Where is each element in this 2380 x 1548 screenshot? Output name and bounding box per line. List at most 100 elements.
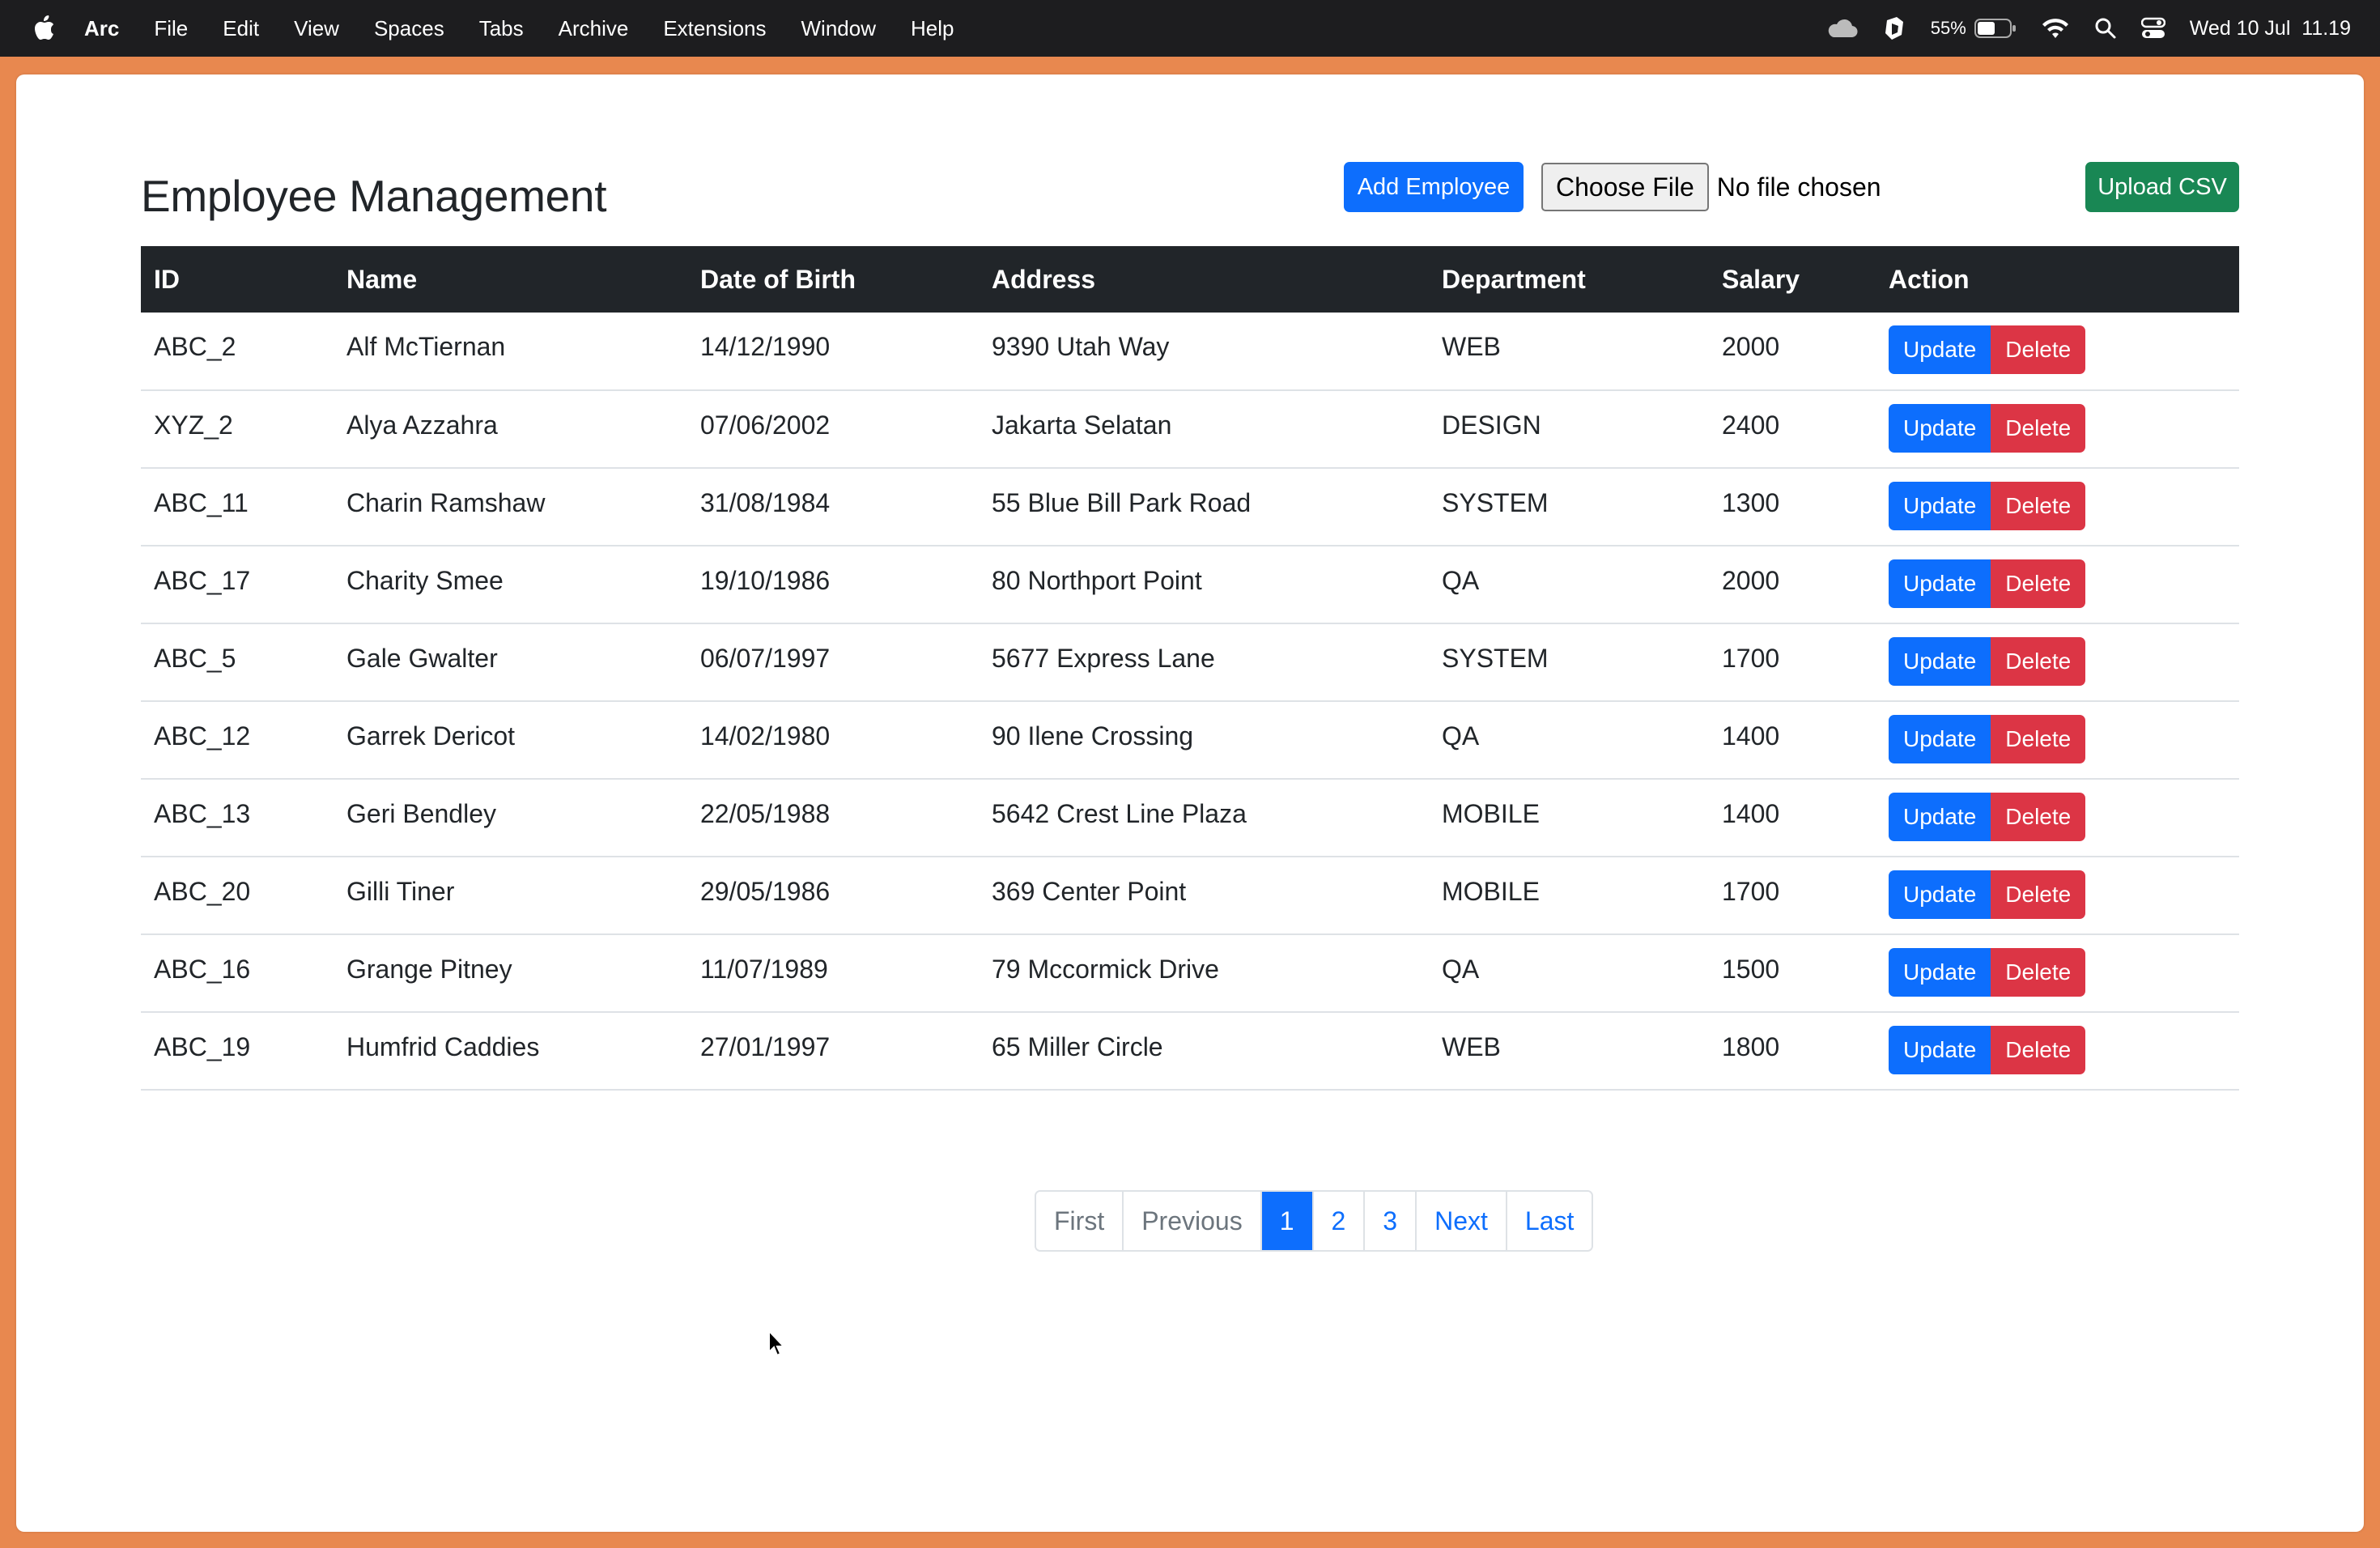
cell-id: ABC_12 [154, 721, 251, 751]
column-header-id: ID [154, 264, 180, 294]
cell-id: ABC_5 [154, 644, 236, 673]
update-button[interactable]: Update [1889, 793, 1991, 841]
update-button[interactable]: Update [1889, 404, 1991, 453]
update-button[interactable]: Update [1889, 715, 1991, 763]
delete-button[interactable]: Delete [1991, 559, 2086, 608]
menu-spaces[interactable]: Spaces [374, 16, 444, 41]
update-button[interactable]: Update [1889, 325, 1991, 374]
menu-archive[interactable]: Archive [559, 16, 629, 41]
pagination-last[interactable]: Last [1505, 1192, 1592, 1250]
battery-status[interactable]: 55% [1931, 18, 2017, 39]
cell-department: WEB [1442, 332, 1501, 361]
menu-file[interactable]: File [154, 16, 188, 41]
apple-logo-icon[interactable] [32, 15, 55, 41]
menu-bar: Arc File Edit View Spaces Tabs Archive E… [0, 0, 2380, 57]
battery-percent: 55% [1930, 18, 1966, 38]
cloud-icon[interactable] [1825, 18, 1858, 39]
cell-dob: 31/08/1984 [700, 488, 831, 517]
cell-name: Humfrid Caddies [346, 1032, 540, 1061]
clock[interactable]: Wed 10 Jul 11.19 [2190, 17, 2351, 40]
delete-button[interactable]: Delete [1991, 482, 2086, 530]
delete-button[interactable]: Delete [1991, 793, 2086, 841]
spotlight-search-icon[interactable] [2094, 17, 2117, 40]
cell-department: SYSTEM [1442, 644, 1549, 673]
pagination-page-1[interactable]: 1 [1260, 1192, 1312, 1250]
menu-tabs[interactable]: Tabs [479, 16, 524, 41]
row-action-group: Update Delete [1889, 637, 2226, 686]
csv-file-input[interactable]: Choose File No file chosen [1541, 162, 1881, 212]
cell-dob: 07/06/2002 [700, 410, 831, 440]
table-row: ABC_5 Gale Gwalter 06/07/1997 5677 Express … [141, 623, 2239, 701]
delete-button[interactable]: Delete [1991, 325, 2086, 374]
cell-address: 55 Blue Bill Park Road [992, 488, 1252, 517]
update-button[interactable]: Update [1889, 637, 1991, 686]
table-row: ABC_20 Gilli Tiner 29/05/1986 369 Center Po… [141, 857, 2239, 934]
pagination-page-3[interactable]: 3 [1363, 1192, 1416, 1250]
cell-address: Jakarta Selatan [992, 410, 1172, 440]
delete-button[interactable]: Delete [1991, 948, 2086, 997]
cell-id: ABC_16 [154, 955, 251, 984]
cell-department: WEB [1442, 1032, 1501, 1061]
update-button[interactable]: Update [1889, 870, 1991, 919]
cell-actions: Update Delete [1876, 313, 2239, 390]
table-row: XYZ_2 Alya Azzahra 07/06/2002 Jakarta Selat… [141, 390, 2239, 468]
cell-address: 9390 Utah Way [992, 332, 1170, 361]
menu-help[interactable]: Help [911, 16, 954, 41]
update-button[interactable]: Update [1889, 1026, 1991, 1074]
cell-salary: 1700 [1722, 644, 1780, 673]
cell-address: 369 Center Point [992, 877, 1187, 906]
column-header-dob: Date of Birth [700, 264, 856, 294]
row-action-group: Update Delete [1889, 1026, 2226, 1074]
pagination-next[interactable]: Next [1415, 1192, 1506, 1250]
menu-bar-status-area: 55% Wed 10 Jul 11.19 [1825, 0, 2351, 57]
web-page: Employee Management Add Employee Choose … [16, 74, 2364, 1532]
cell-salary: 2000 [1722, 332, 1780, 361]
cell-name: Garrek Dericot [346, 721, 516, 751]
cell-name: Gale Gwalter [346, 644, 498, 673]
cell-salary: 1400 [1722, 721, 1780, 751]
menu-extensions[interactable]: Extensions [663, 16, 766, 41]
update-button[interactable]: Update [1889, 482, 1991, 530]
pagination-first[interactable]: First [1036, 1192, 1123, 1250]
cell-id: ABC_19 [154, 1032, 251, 1061]
cell-department: QA [1442, 955, 1480, 984]
cell-dob: 22/05/1988 [700, 799, 831, 828]
cell-dob: 11/07/1989 [700, 955, 828, 984]
table-row: ABC_2 Alf McTiernan 14/12/1990 9390 Utah Wa… [141, 313, 2239, 390]
cell-id: ABC_2 [154, 332, 236, 361]
cell-actions: Update Delete [1876, 468, 2239, 546]
row-action-group: Update Delete [1889, 404, 2226, 453]
table-row: ABC_19 Humfrid Caddies 27/01/1997 65 Miller… [141, 1012, 2239, 1090]
menu-view[interactable]: View [294, 16, 339, 41]
delete-button[interactable]: Delete [1991, 404, 2086, 453]
choose-file-button[interactable]: Choose File [1541, 163, 1709, 211]
cell-department: QA [1442, 566, 1480, 595]
cell-address: 90 Ilene Crossing [992, 721, 1194, 751]
cell-dob: 06/07/1997 [700, 644, 831, 673]
cell-name: Gilli Tiner [346, 877, 455, 906]
control-center-icon[interactable] [2140, 17, 2165, 40]
row-action-group: Update Delete [1889, 482, 2226, 530]
table-row: ABC_16 Grange Pitney 11/07/1989 79 Mccormic… [141, 934, 2239, 1012]
pagination-previous[interactable]: Previous [1122, 1192, 1260, 1250]
cell-actions: Update Delete [1876, 390, 2239, 468]
app-status-icon[interactable] [1882, 15, 1906, 41]
cell-actions: Update Delete [1876, 1012, 2239, 1090]
cell-salary: 1300 [1722, 488, 1780, 517]
update-button[interactable]: Update [1889, 948, 1991, 997]
delete-button[interactable]: Delete [1991, 870, 2086, 919]
cell-name: Alf McTiernan [346, 332, 506, 361]
delete-button[interactable]: Delete [1991, 637, 2086, 686]
add-employee-button[interactable]: Add Employee [1344, 162, 1524, 212]
menu-app-name[interactable]: Arc [84, 16, 119, 41]
pagination: First Previous 1 2 3 Next Last [1035, 1190, 1594, 1252]
cell-id: XYZ_2 [154, 410, 233, 440]
pagination-page-2[interactable]: 2 [1311, 1192, 1364, 1250]
delete-button[interactable]: Delete [1991, 1026, 2086, 1074]
update-button[interactable]: Update [1889, 559, 1991, 608]
menu-edit[interactable]: Edit [223, 16, 259, 41]
menu-window[interactable]: Window [801, 16, 876, 41]
delete-button[interactable]: Delete [1991, 715, 2086, 763]
wifi-icon[interactable] [2041, 17, 2070, 40]
upload-csv-button[interactable]: Upload CSV [2085, 162, 2239, 212]
